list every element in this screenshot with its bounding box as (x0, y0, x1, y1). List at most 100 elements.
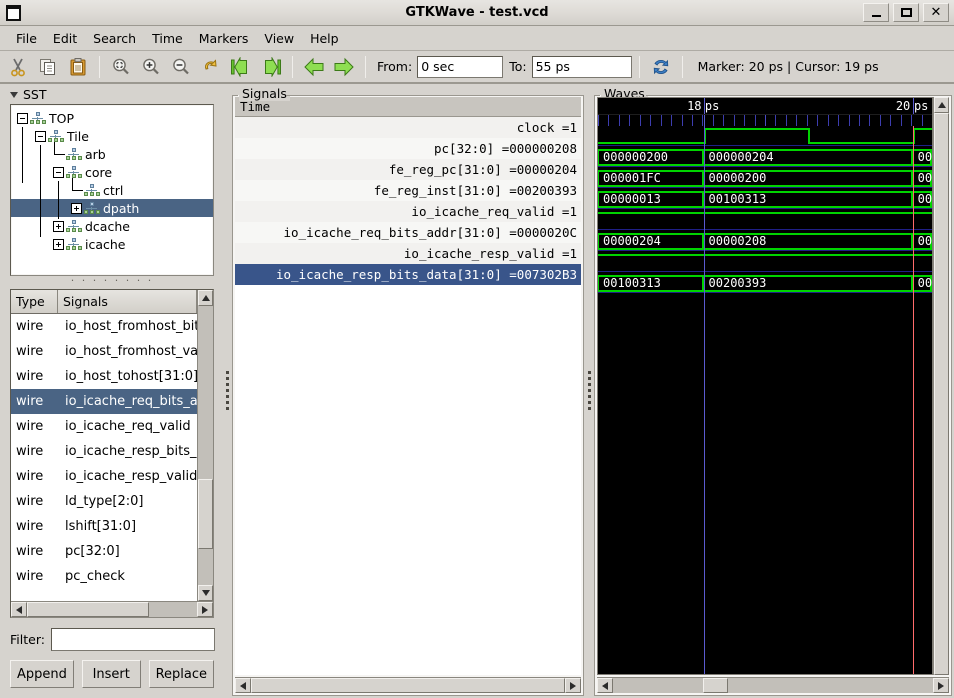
wave-row-clock[interactable] (598, 126, 932, 147)
wave-time-ruler[interactable]: 18 ps 20 ps (598, 98, 932, 115)
bus-segment[interactable]: 00200393 (702, 275, 913, 292)
menu-time[interactable]: Time (144, 28, 191, 49)
tree-node-dcache[interactable]: dcache (11, 217, 213, 235)
menu-edit[interactable]: Edit (45, 28, 85, 49)
wave-row-pc320[interactable]: 000000200 000000204 0000 (598, 147, 932, 168)
column-header-type[interactable]: Type (11, 290, 58, 313)
bus-segment[interactable]: 00000208 (702, 233, 913, 250)
scroll-down-button[interactable] (198, 585, 213, 601)
signal-value-row[interactable]: clock =1 (235, 117, 581, 138)
signal-list-item[interactable]: wire io_icache_resp_bits_d (11, 439, 197, 464)
signal-list-item[interactable]: wire io_icache_resp_valid (11, 464, 197, 489)
scroll-track[interactable] (613, 678, 933, 693)
insert-button[interactable]: Insert (81, 660, 141, 688)
signal-list-vscrollbar[interactable] (197, 290, 213, 601)
signal-list-item[interactable]: wire io_host_tohost[31:0] (11, 364, 197, 389)
tree-collapse-icon[interactable] (35, 130, 46, 142)
tree-expand-icon[interactable] (53, 238, 64, 250)
menu-help[interactable]: Help (302, 28, 347, 49)
back-button[interactable] (300, 53, 328, 80)
signal-list-item[interactable]: wire io_host_fromhost_bits (11, 314, 197, 339)
menu-view[interactable]: View (256, 28, 302, 49)
bus-segment[interactable]: 00000204 (598, 233, 704, 250)
to-input[interactable] (531, 55, 632, 78)
tree-node-ctrl[interactable]: ctrl (11, 177, 213, 199)
tree-collapse-icon[interactable] (53, 166, 64, 178)
signal-value-row[interactable]: fe_reg_pc[31:0] =00000204 (235, 159, 581, 180)
cut-button[interactable] (4, 53, 32, 80)
goto-end-button[interactable] (257, 53, 285, 80)
wave-row-fe_reg_inst310[interactable]: 00000013 00100313 0020 (598, 189, 932, 210)
wave-hscrollbar[interactable] (597, 677, 949, 693)
zoom-undo-button[interactable] (197, 53, 225, 80)
from-input[interactable] (417, 55, 504, 78)
signal-value-row[interactable]: io_icache_req_valid =1 (235, 201, 581, 222)
signal-list-item[interactable]: wire lshift[31:0] (11, 514, 197, 539)
signal-list-item[interactable]: wire io_icache_req_bits_ad (11, 389, 197, 414)
menu-markers[interactable]: Markers (191, 28, 257, 49)
signal-list-item[interactable]: wire ld_type[2:0] (11, 489, 197, 514)
bus-segment[interactable]: 00100313 (598, 275, 704, 292)
bus-segment[interactable]: 000000200 (598, 149, 704, 166)
tree-node-tile[interactable]: Tile (11, 127, 213, 145)
wave-row-io_icache_resp_valid[interactable] (598, 252, 932, 273)
bus-segment[interactable]: 0000 (911, 170, 932, 187)
signal-value-row[interactable]: io_icache_resp_valid =1 (235, 243, 581, 264)
scroll-track[interactable] (251, 678, 565, 693)
copy-button[interactable] (34, 53, 62, 80)
bus-segment[interactable]: 00000200 (702, 170, 913, 187)
signal-value-row[interactable]: pc[32:0] =000000208 (235, 138, 581, 159)
zoom-fit-button[interactable] (107, 53, 135, 80)
pane-resize-dots[interactable]: · · · · · · · · (2, 275, 222, 289)
forward-button[interactable] (330, 53, 358, 80)
bus-segment[interactable]: 00000013 (598, 191, 704, 208)
tree-node-core[interactable]: core (11, 163, 213, 181)
sst-header[interactable]: SST (2, 86, 222, 103)
scroll-track[interactable] (198, 306, 213, 585)
scroll-thumb[interactable] (702, 678, 729, 693)
filter-input[interactable] (50, 627, 215, 651)
paste-button[interactable] (64, 53, 92, 80)
scroll-thumb[interactable] (251, 678, 565, 693)
bus-segment[interactable]: 0073 (911, 275, 932, 292)
signal-list-item[interactable]: wire io_icache_req_valid (11, 414, 197, 439)
scroll-track[interactable] (27, 602, 197, 617)
tree-node-icache[interactable]: icache (11, 235, 213, 253)
scroll-up-button[interactable] (934, 97, 949, 113)
signal-value-row[interactable]: io_icache_resp_bits_data[31:0] =007302B3 (235, 264, 581, 285)
scroll-up-button[interactable] (198, 290, 213, 306)
wave-traces[interactable]: 0000002000000002040000000001FC0000020000… (598, 126, 932, 294)
bus-segment[interactable]: 00100313 (702, 191, 913, 208)
reload-button[interactable] (647, 53, 675, 80)
zoom-in-button[interactable] (137, 53, 165, 80)
signal-list-item[interactable]: wire pc_check (11, 564, 197, 589)
signal-list-item[interactable]: wire pc[32:0] (11, 539, 197, 564)
minimize-button[interactable] (863, 3, 889, 22)
menu-file[interactable]: File (8, 28, 45, 49)
bus-segment[interactable]: 000000204 (702, 149, 913, 166)
scroll-thumb[interactable] (934, 113, 949, 675)
marker-line[interactable] (912, 126, 914, 674)
append-button[interactable]: Append (10, 660, 74, 688)
wave-canvas[interactable]: 18ps20ps 0000002000000002040000000001FC0… (597, 97, 933, 675)
scroll-left-button[interactable] (235, 678, 251, 693)
scroll-right-button[interactable] (933, 678, 949, 693)
goto-start-button[interactable] (227, 53, 255, 80)
close-button[interactable]: ✕ (923, 3, 949, 22)
scroll-left-button[interactable] (11, 602, 27, 617)
tree-expand-icon[interactable] (53, 220, 64, 232)
pane-divider-left[interactable] (222, 84, 232, 696)
wave-vscrollbar[interactable] (933, 97, 949, 675)
wave-row-fe_reg_pc310[interactable]: 000001FC 00000200 0000 (598, 168, 932, 189)
menu-search[interactable]: Search (85, 28, 144, 49)
signal-list-item[interactable]: wire io_host_fromhost_val (11, 339, 197, 364)
replace-button[interactable]: Replace (148, 660, 214, 688)
bus-segment[interactable]: 000001FC (598, 170, 704, 187)
signal-value-row[interactable]: io_icache_req_bits_addr[31:0] =0000020C (235, 222, 581, 243)
bus-segment[interactable]: 0000 (911, 233, 932, 250)
wave-row-io_icache_resp_bits_data310[interactable]: 00100313 00200393 0073 (598, 273, 932, 294)
signal-list-hscrollbar[interactable] (11, 601, 213, 617)
scroll-thumb[interactable] (198, 478, 213, 549)
bus-segment[interactable]: 0020 (911, 191, 932, 208)
tree-collapse-icon[interactable] (17, 112, 28, 124)
